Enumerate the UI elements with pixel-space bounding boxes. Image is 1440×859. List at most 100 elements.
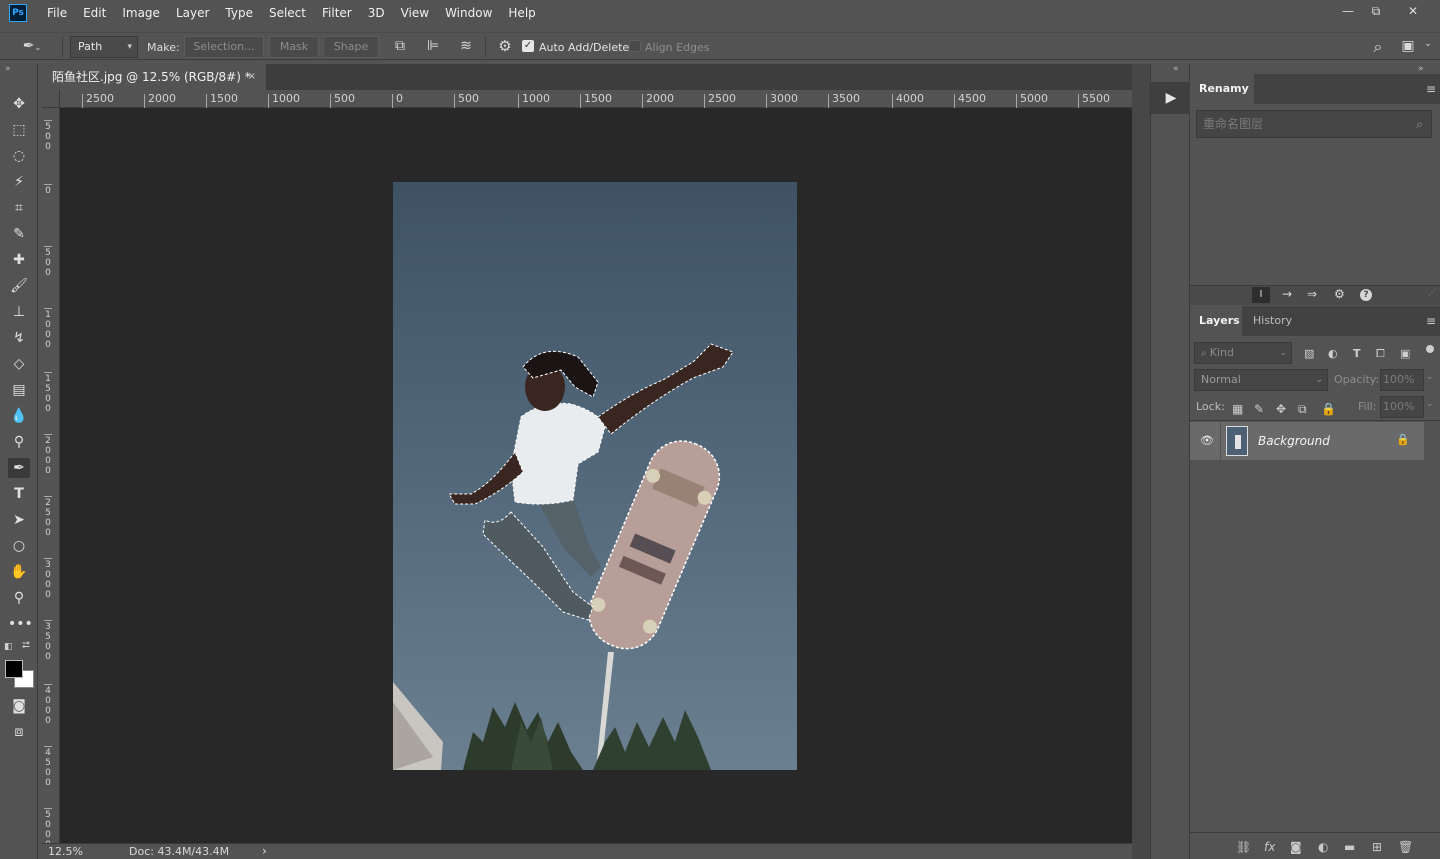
ellipse-tool-icon[interactable]: ○ — [8, 536, 30, 556]
layer-kind-filter[interactable]: ⌕ Kind ⌄ — [1194, 342, 1292, 364]
menu-image[interactable]: Image — [122, 6, 160, 20]
hand-tool-icon[interactable]: ✋ — [8, 562, 30, 582]
chevron-down-icon[interactable]: ⌄ — [1426, 372, 1434, 382]
document-tab[interactable]: 陌鱼社区.jpg @ 12.5% (RGB/8#) * × — [42, 64, 266, 90]
gear-icon[interactable]: ⚙ — [495, 37, 515, 55]
type-filter-icon[interactable]: T — [1353, 347, 1361, 360]
menu-help[interactable]: Help — [508, 6, 535, 20]
renamy-input[interactable]: 重命名图层 ⌕ — [1196, 110, 1432, 138]
make-shape-button[interactable]: Shape — [323, 36, 379, 58]
close-window-button[interactable]: ✕ — [1402, 2, 1424, 20]
crop-tool-icon[interactable]: ⌗ — [8, 198, 30, 218]
ruler-origin[interactable] — [42, 90, 60, 108]
screen-mode-icon[interactable]: ⧈ — [8, 722, 30, 742]
close-tab-icon[interactable]: × — [248, 64, 256, 90]
link-layers-icon[interactable]: ⛓ — [1236, 840, 1251, 854]
lock-pixels-icon[interactable]: ✎ — [1254, 402, 1264, 416]
pen-tool-preset-icon[interactable]: ✒⌄ — [20, 38, 44, 54]
marquee-tool-icon[interactable]: ⬚ — [8, 120, 30, 140]
tab-history[interactable]: History — [1244, 306, 1304, 336]
filter-toggle[interactable] — [1426, 345, 1434, 353]
menu-view[interactable]: View — [401, 6, 429, 20]
path-arrangement-icon[interactable]: ≋ — [456, 38, 476, 54]
gradient-tool-icon[interactable]: ▤ — [8, 380, 30, 400]
double-arrow-icon[interactable]: ⇒ — [1307, 287, 1317, 301]
fill-field[interactable]: 100% — [1380, 396, 1424, 418]
menu-select[interactable]: Select — [269, 6, 306, 20]
blend-mode-dropdown[interactable]: Normal ⌄ — [1194, 369, 1328, 391]
workspace-icon[interactable]: ▣ — [1398, 38, 1418, 54]
dodge-tool-icon[interactable]: ⚲ — [8, 432, 30, 452]
tab-layers[interactable]: Layers — [1190, 306, 1242, 336]
vertical-scrollbar[interactable] — [1132, 64, 1150, 859]
search-icon[interactable]: ⌕ — [1368, 37, 1388, 57]
magic-wand-tool-icon[interactable]: ⚡ — [8, 172, 30, 192]
foreground-color-swatch[interactable] — [5, 660, 23, 678]
minimize-button[interactable]: — — [1337, 2, 1359, 20]
lasso-tool-icon[interactable]: ◌ — [8, 146, 30, 166]
chevron-down-icon[interactable]: ⌄ — [1426, 399, 1434, 409]
zoom-tool-icon[interactable]: ⚲ — [8, 588, 30, 608]
path-alignment-icon[interactable]: ⊫ — [424, 38, 442, 54]
healing-brush-tool-icon[interactable]: ✚ — [8, 250, 30, 270]
fx-icon[interactable]: fx — [1264, 840, 1275, 854]
adjustment-layer-icon[interactable]: ◐ — [1318, 840, 1328, 854]
pen-tool-icon[interactable]: ✒ — [8, 458, 30, 478]
add-mask-icon[interactable]: ◙ — [1290, 840, 1302, 854]
chevron-down-icon[interactable]: ⌄ — [1422, 39, 1434, 49]
layer-name[interactable]: Background — [1258, 434, 1330, 448]
eraser-tool-icon[interactable]: ◇ — [8, 354, 30, 374]
default-colors-icon[interactable]: ◧ — [4, 642, 13, 652]
align-edges-checkbox[interactable] — [629, 40, 641, 52]
brush-tool-icon[interactable]: 🖌 — [8, 276, 30, 296]
pixel-filter-icon[interactable]: ▧ — [1304, 347, 1314, 360]
menu-3d[interactable]: 3D — [368, 6, 385, 20]
menu-layer[interactable]: Layer — [176, 6, 209, 20]
blur-tool-icon[interactable]: 💧 — [8, 406, 30, 426]
panel-menu-icon[interactable]: ≡ — [1426, 82, 1436, 96]
panel-menu-icon[interactable]: ≡ — [1426, 314, 1436, 328]
resize-grip-icon[interactable]: ⋰ — [1428, 288, 1436, 297]
more-tools-icon[interactable]: ••• — [8, 614, 33, 634]
rename-icon[interactable]: Ⅰ — [1252, 287, 1270, 303]
document-image[interactable] — [393, 182, 797, 770]
opacity-field[interactable]: 100% — [1380, 369, 1424, 391]
help-icon[interactable]: ? — [1360, 289, 1372, 301]
zoom-level[interactable]: 12.5% — [48, 845, 83, 858]
tab-renamy[interactable]: Renamy — [1190, 74, 1254, 104]
make-mask-button[interactable]: Mask — [269, 36, 319, 58]
smart-object-filter-icon[interactable]: ▣ — [1400, 347, 1410, 360]
collapse-arrows-icon[interactable]: » — [5, 64, 11, 74]
layer-thumbnail[interactable] — [1226, 426, 1248, 456]
new-group-icon[interactable]: ▬ — [1344, 840, 1355, 854]
path-operations-icon[interactable]: ⧉ — [391, 38, 409, 54]
search-icon[interactable]: ⌕ — [1416, 111, 1423, 137]
quick-mask-icon[interactable]: ◙ — [8, 696, 30, 716]
shape-filter-icon[interactable]: ⧠ — [1376, 347, 1385, 361]
collapse-dock-icon[interactable]: » — [1418, 64, 1424, 74]
menu-type[interactable]: Type — [225, 6, 253, 20]
lock-transparency-icon[interactable]: ▦ — [1232, 402, 1243, 416]
arrow-right-icon[interactable]: → — [1282, 287, 1292, 301]
eyedropper-tool-icon[interactable]: ✎ — [8, 224, 30, 244]
tool-mode-dropdown[interactable]: Path ▾ — [70, 36, 138, 58]
path-selection-tool-icon[interactable]: ➤ — [8, 510, 30, 530]
menu-edit[interactable]: Edit — [83, 6, 106, 20]
lock-artboard-icon[interactable]: ⧉ — [1298, 402, 1307, 417]
status-expand-icon[interactable]: › — [262, 844, 267, 858]
canvas-area[interactable] — [60, 108, 1132, 843]
history-brush-tool-icon[interactable]: ↯ — [8, 328, 30, 348]
clone-stamp-tool-icon[interactable]: ⊥ — [8, 302, 30, 322]
restore-button[interactable]: ⧉ — [1365, 2, 1387, 20]
swap-colors-icon[interactable]: ⮂ — [22, 640, 30, 651]
layer-row[interactable]: 👁 Background 🔒 — [1190, 422, 1424, 460]
lock-position-icon[interactable]: ✥ — [1276, 402, 1286, 416]
make-selection-button[interactable]: Selection... — [184, 36, 264, 58]
gear-icon[interactable]: ⚙ — [1334, 287, 1345, 301]
menu-file[interactable]: File — [47, 6, 67, 20]
lock-all-icon[interactable]: 🔒 — [1321, 402, 1336, 416]
eye-visibility-icon[interactable]: 👁 — [1200, 434, 1214, 447]
play-action-icon[interactable]: ▶ — [1151, 82, 1191, 114]
menu-window[interactable]: Window — [445, 6, 492, 20]
new-layer-icon[interactable]: ⊞ — [1372, 840, 1382, 854]
